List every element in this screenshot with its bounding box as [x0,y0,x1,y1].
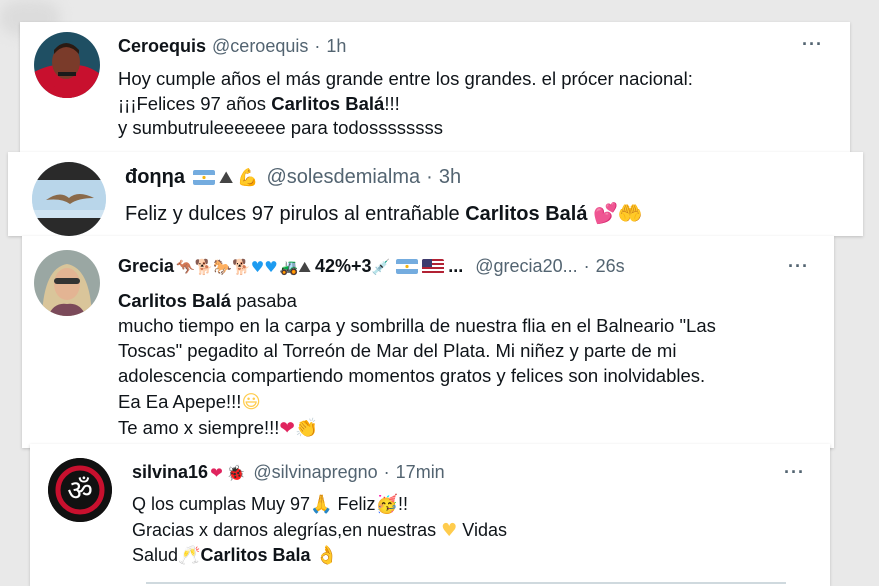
blue-heart-icon: ♥ [264,257,278,276]
tweet-text-line: y sumbutruleeeeeee para todossssssss [118,117,443,139]
user-handle[interactable]: @silvinapregno [253,462,377,483]
more-options-icon[interactable]: ··· [788,256,809,277]
tweet-text: Carlitos Balá pasaba mucho tiempo en la … [118,288,716,441]
tweet-grecia[interactable]: Grecia 🦘 🐕 🐎 🐕 ♥ ♥ 🚜 ⛰ 42%+3 💉 ... @grec… [22,236,834,448]
display-name[interactable]: đoηηa [125,166,185,189]
dog-icon: 🐕 [232,257,251,276]
tweet-text-line: Hoy cumple años el más grande entre los … [118,68,693,89]
timestamp[interactable]: 1h [326,36,346,57]
more-options-icon[interactable]: ··· [784,462,805,483]
dog-icon: 🐕 [194,257,214,276]
heart-hands-icon: 🤲 [617,201,643,225]
syringe-icon: 💉 [371,257,391,276]
svg-text:ॐ: ॐ [67,474,93,507]
timestamp[interactable]: 26s [596,256,625,277]
clinking-glasses-icon: 🥂 [178,545,201,567]
name-suffix: 42%+3 [315,256,372,276]
grinning-face-icon: 😃 [241,391,261,413]
separator-dot: · [583,256,590,276]
separator-dot: · [383,462,390,482]
tweet-ceroequis[interactable]: Ceroequis @ceroequis · 1h ··· Hoy cumple… [20,22,850,152]
usa-flag-icon [422,259,445,274]
display-name[interactable]: Ceroequis [118,36,206,57]
mention-carlitos-bala: Carlitos Balá [271,92,385,114]
two-hearts-icon: 💕 [593,201,618,225]
separator-dot: · [426,166,433,188]
mention-carlitos-bala: Carlitos Balá [118,290,232,311]
display-name[interactable]: silvina16 [132,462,208,483]
argentina-flag-icon [396,259,419,274]
argentina-flag-icon [193,170,215,185]
avatar[interactable]: ॐ [48,458,112,522]
timestamp[interactable]: 3h [439,166,461,189]
tweet-text: Feliz y dulces 97 pirulos al entrañable … [125,201,643,225]
mountain-icon: ⛰ [298,257,311,276]
user-handle[interactable]: @ceroequis [212,36,308,57]
party-face-icon: 🥳 [375,494,398,515]
red-heart-icon: ❤ [210,463,223,482]
flexed-biceps-icon: 💪 [237,167,259,188]
ladybug-icon: 🐞 [226,463,246,482]
avatar[interactable] [34,32,100,98]
blue-heart-icon: ♥ [250,257,265,276]
tractor-icon: 🚜 [279,257,299,276]
separator-dot: · [314,36,321,56]
display-name[interactable]: Grecia [118,256,174,277]
mention-carlitos-bala: Carlitos Bala [200,545,311,566]
mention-carlitos-bala: Carlitos Balá [465,203,588,225]
tweet-text: Hoy cumple años el más grande entre los … [118,67,693,141]
more-options-icon[interactable]: ··· [802,34,823,55]
avatar[interactable] [32,162,106,236]
divider [146,582,786,584]
tweet-solesdemialma[interactable]: đoηηa ⛰ 💪 @solesdemialma · 3h Feliz y du… [8,152,863,236]
ok-hand-icon: 👌 [315,545,338,567]
clapping-hands-icon: 👏 [294,417,318,439]
red-heart-icon: ❤ [279,417,295,439]
name-ellipsis: ... [448,256,464,276]
user-handle[interactable]: @solesdemialma [266,166,420,189]
yellow-heart-icon: ♥ [441,519,458,541]
tweet-silvina16[interactable]: ॐ silvina16 ❤ 🐞 @silvinapregno · 17min ·… [30,444,830,586]
tweet-text-line: adolescencia compartiendo momentos grato… [118,365,706,387]
mountain-icon: ⛰ [219,167,234,188]
folded-hands-icon: 🙏 [310,494,333,515]
timestamp[interactable]: 17min [396,462,445,483]
tweet-text: Q los cumplas Muy 97🙏 Feliz🥳!! Gracias x… [132,492,507,569]
kangaroo-icon: 🦘 [176,257,195,276]
tweet-text-line: Toscas" pegadito al Torreón de Mar del P… [118,340,677,362]
horse-icon: 🐎 [213,257,233,276]
avatar[interactable] [34,250,100,316]
tweet-text-line: mucho tiempo en la carpa y sombrilla de … [118,315,716,337]
user-handle[interactable]: @grecia20... [475,256,577,277]
tweet-text-line: ¡¡¡Felices 97 años Carlitos Balá!!! [118,92,400,114]
